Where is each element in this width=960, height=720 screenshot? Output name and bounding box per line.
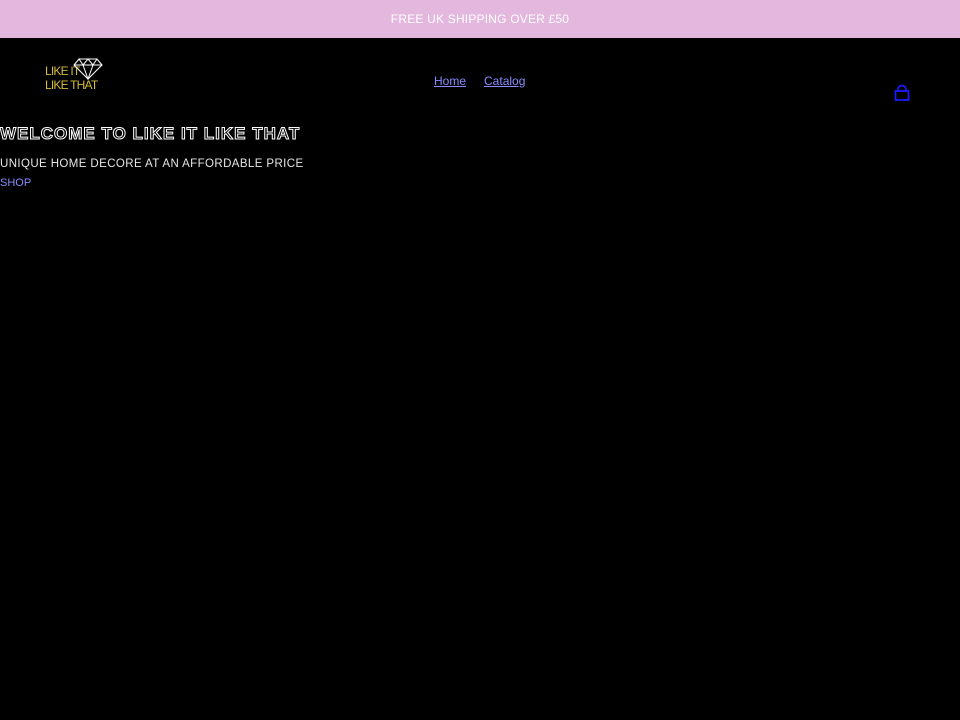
- announcement-bar: FREE UK SHIPPING OVER £50: [0, 0, 960, 38]
- bag-icon: [894, 84, 910, 101]
- nav-link-catalog[interactable]: Catalog: [484, 74, 525, 88]
- diamond-icon: [73, 58, 103, 80]
- hero-title: WELCOME TO LIKE IT LIKE THAT: [0, 124, 301, 144]
- shop-link[interactable]: SHOP: [0, 176, 304, 190]
- main-nav: Home Catalog: [434, 74, 525, 88]
- hero-section: WELCOME TO LIKE IT LIKE THAT UNIQUE HOME…: [0, 124, 304, 190]
- cart-button[interactable]: [893, 84, 911, 102]
- site-header: LIKE IT LIKE THAT Home Catalog: [0, 38, 960, 120]
- nav-link-home[interactable]: Home: [434, 74, 466, 88]
- logo-line-2: LIKE THAT: [45, 78, 98, 92]
- hero-subtitle: UNIQUE HOME DECORE AT AN AFFORDABLE PRIC…: [0, 158, 304, 170]
- announcement-text: FREE UK SHIPPING OVER £50: [390, 12, 570, 26]
- logo[interactable]: LIKE IT LIKE THAT: [45, 58, 105, 98]
